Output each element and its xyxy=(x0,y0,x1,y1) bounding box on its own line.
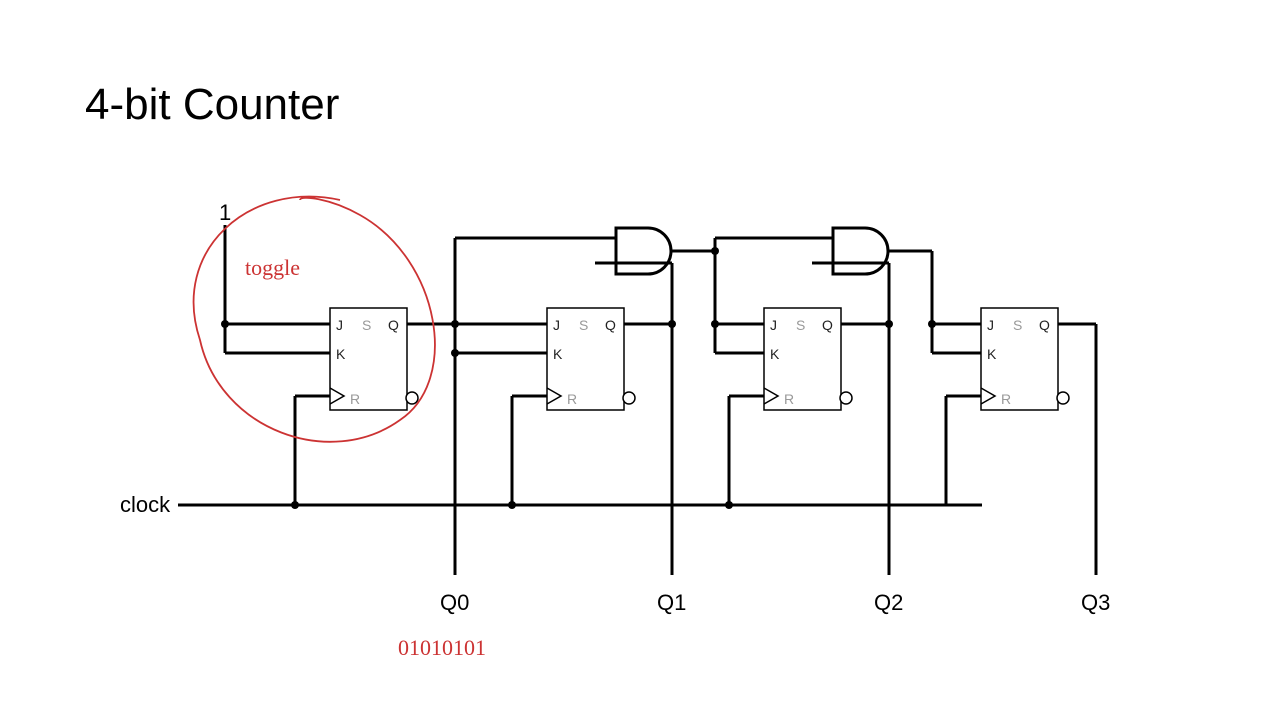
svg-text:Q: Q xyxy=(822,317,833,333)
jk-flipflop-1: J K S Q R xyxy=(547,308,635,410)
circuit-diagram: J K S Q R J K S Q R J K S Q R J K S Q R … xyxy=(0,0,1280,720)
svg-text:R: R xyxy=(350,391,360,407)
svg-text:K: K xyxy=(553,346,563,362)
svg-text:R: R xyxy=(784,391,794,407)
svg-text:Q: Q xyxy=(605,317,616,333)
svg-text:J: J xyxy=(987,317,994,333)
svg-text:K: K xyxy=(987,346,997,362)
annotation-toggle: toggle xyxy=(245,255,300,280)
svg-text:Q: Q xyxy=(1039,317,1050,333)
svg-text:J: J xyxy=(336,317,343,333)
svg-text:K: K xyxy=(770,346,780,362)
and-gate-2 xyxy=(812,228,895,274)
jk-flipflop-0: J K S Q R xyxy=(330,308,418,410)
input-1-label: 1 xyxy=(219,200,231,225)
and-gate-1 xyxy=(595,228,678,274)
svg-text:J: J xyxy=(553,317,560,333)
jk-flipflop-3: J K S Q R xyxy=(981,308,1069,410)
output-q3-label: Q3 xyxy=(1081,590,1110,615)
annotation-sequence: 01010101 xyxy=(398,635,486,660)
svg-text:S: S xyxy=(796,317,805,333)
svg-text:S: S xyxy=(579,317,588,333)
jk-flipflop-2: J K S Q R xyxy=(764,308,852,410)
svg-text:J: J xyxy=(770,317,777,333)
clock-label: clock xyxy=(120,492,171,517)
output-q1-label: Q1 xyxy=(657,590,686,615)
svg-text:K: K xyxy=(336,346,346,362)
svg-text:S: S xyxy=(1013,317,1022,333)
svg-text:R: R xyxy=(567,391,577,407)
svg-text:R: R xyxy=(1001,391,1011,407)
output-q0-label: Q0 xyxy=(440,590,469,615)
svg-text:S: S xyxy=(362,317,371,333)
svg-text:Q: Q xyxy=(388,317,399,333)
output-q2-label: Q2 xyxy=(874,590,903,615)
